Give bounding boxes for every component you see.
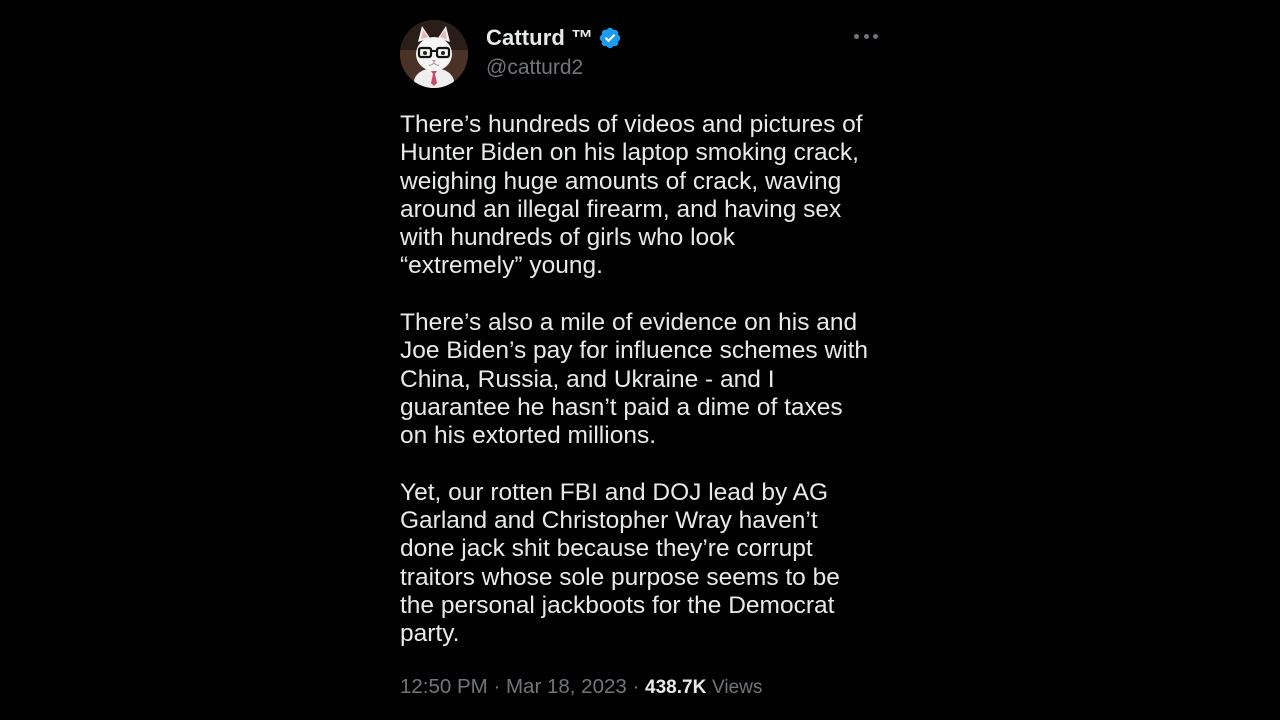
text-line: party.	[400, 620, 460, 648]
display-name[interactable]: Catturd ™	[486, 25, 593, 51]
more-options-icon[interactable]	[854, 30, 878, 42]
views-count[interactable]: 438.7K	[645, 677, 706, 698]
text-line: Hunter Biden on his laptop smoking crack…	[400, 139, 859, 167]
text-line: done jack shit because they’re corrupt	[400, 535, 813, 563]
views-label: Views	[712, 676, 763, 698]
avatar[interactable]	[400, 20, 468, 88]
separator: ·	[493, 674, 501, 698]
dot	[854, 33, 859, 39]
text-line: guarantee he hasn’t paid a dime of taxes	[400, 393, 843, 421]
text-line: “extremely” young.	[400, 252, 603, 280]
cat-avatar-icon	[400, 20, 468, 88]
text-line: around an illegal firearm, and having se…	[400, 195, 842, 223]
dot	[863, 33, 869, 39]
name-row: Catturd ™	[486, 24, 622, 52]
tweet-text: There’s hundreds of videos and pictures …	[400, 111, 890, 649]
tweet-meta: 12:50 PM · Mar 18, 2023 · 438.7K Views	[400, 675, 890, 699]
tweet-date[interactable]: Mar 18, 2023	[506, 675, 627, 698]
text-line: weighing huge amounts of crack, waving	[400, 167, 842, 195]
text-line: the personal jackboots for the Democrat	[400, 592, 835, 620]
tweet-card: Catturd ™ @catturd2 There’s hundreds of …	[400, 18, 890, 699]
text-line: There’s also a mile of evidence on his a…	[400, 309, 858, 337]
tweet-paragraph: Yet, our rotten FBI and DOJ lead by AG G…	[400, 479, 890, 649]
separator: ·	[632, 674, 640, 698]
text-line: Yet, our rotten FBI and DOJ lead by AG	[400, 478, 829, 506]
tweet-header: Catturd ™ @catturd2	[400, 18, 890, 90]
handle[interactable]: @catturd2	[486, 56, 622, 80]
tweet-paragraph: There’s also a mile of evidence on his a…	[400, 309, 890, 450]
text-line: traitors whose sole purpose seems to be	[400, 563, 840, 591]
tweet-time[interactable]: 12:50 PM	[400, 675, 488, 698]
dot	[873, 33, 878, 39]
text-line: with hundreds of girls who look	[400, 224, 736, 252]
text-line: China, Russia, and Ukraine - and I	[400, 365, 775, 393]
text-line: on his extorted millions.	[400, 422, 657, 450]
author-names: Catturd ™ @catturd2	[486, 24, 622, 80]
tweet-paragraph: There’s hundreds of videos and pictures …	[400, 111, 890, 281]
text-line: Garland and Christopher Wray haven’t	[400, 507, 818, 535]
text-line: Joe Biden’s pay for influence schemes wi…	[400, 337, 869, 365]
text-line: There’s hundreds of videos and pictures …	[400, 111, 863, 138]
verified-badge-icon[interactable]	[598, 26, 622, 50]
